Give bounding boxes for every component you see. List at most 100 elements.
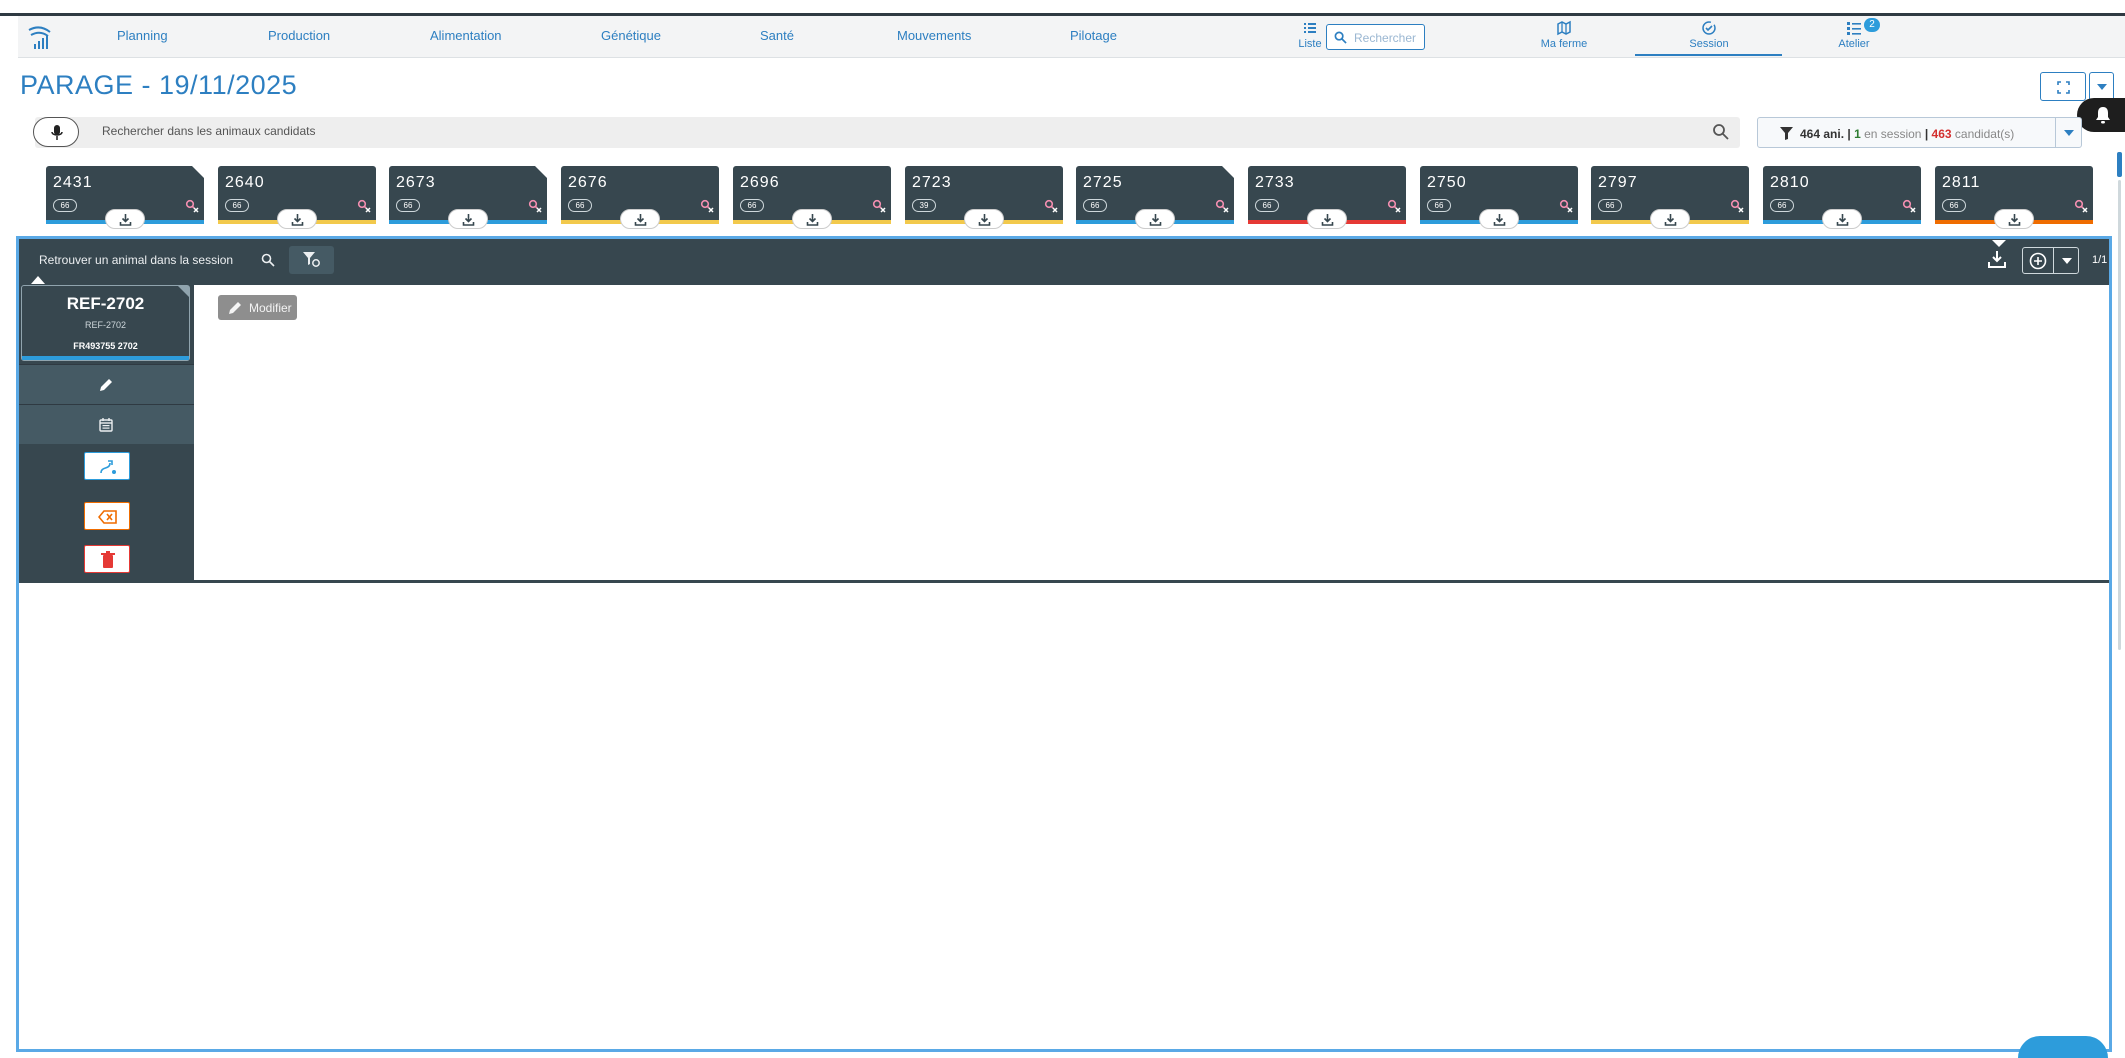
nav-ma-ferme[interactable]: Ma ferme [1534, 20, 1594, 50]
card-download-button[interactable] [620, 209, 660, 229]
search-icon[interactable] [1712, 123, 1730, 141]
notifications-button[interactable] [2077, 98, 2125, 132]
candidate-card[interactable]: 2811 66 [1935, 166, 2093, 229]
nav-alimentation[interactable]: Alimentation [430, 28, 502, 43]
card-age-pill: 66 [1770, 199, 1794, 212]
session-divider [19, 580, 2109, 583]
delete-animal-button[interactable] [84, 545, 130, 573]
female-remove-icon[interactable] [1044, 199, 1058, 213]
floating-action-button[interactable] [2018, 1036, 2108, 1058]
session-search-input[interactable]: Retrouver un animal dans la session [30, 246, 282, 274]
nav-planning[interactable]: Planning [117, 28, 168, 43]
card-corner [535, 166, 547, 178]
card-download-button[interactable] [448, 209, 488, 229]
card-download-button[interactable] [1479, 209, 1519, 229]
session-filter-settings-button[interactable] [289, 246, 334, 274]
card-download-button[interactable] [105, 209, 145, 229]
female-remove-icon[interactable] [528, 199, 542, 213]
nav-pilotage[interactable]: Pilotage [1070, 28, 1117, 43]
nav-session[interactable]: Session [1684, 20, 1734, 50]
session-panel [16, 236, 2112, 1052]
candidate-card[interactable]: 2676 66 [561, 166, 719, 229]
session-check-icon [1702, 21, 1716, 35]
female-remove-icon[interactable] [1559, 199, 1573, 213]
candidate-card[interactable]: 2725 66 [1076, 166, 1234, 229]
candidate-card[interactable]: 2810 66 [1763, 166, 1921, 229]
card-download-button[interactable] [964, 209, 1004, 229]
female-remove-icon[interactable] [872, 199, 886, 213]
pencil-icon [229, 302, 241, 314]
session-search-caret [31, 276, 45, 284]
add-button-divider [2053, 248, 2054, 273]
female-remove-icon[interactable] [1730, 199, 1744, 213]
nav-genetique[interactable]: Génétique [601, 28, 661, 43]
female-remove-icon[interactable] [185, 199, 199, 213]
filter-settings-icon [303, 252, 320, 267]
edit-animal-button[interactable] [19, 364, 194, 404]
nav-sante[interactable]: Santé [760, 28, 794, 43]
atelier-badge: 2 [1864, 18, 1880, 32]
candidate-card[interactable]: 2431 66 [46, 166, 204, 229]
modify-label: Modifier [249, 301, 292, 315]
voice-search-button[interactable] [33, 117, 79, 147]
session-export-download-icon[interactable] [1986, 248, 2008, 270]
session-animal-card[interactable]: REF-2702 REF-2702 FR493755 2702 [21, 285, 190, 361]
card-number: 2725 [1083, 174, 1123, 191]
cards-scrollbar-thumb[interactable] [2117, 152, 2122, 177]
candidate-card[interactable]: 2696 66 [733, 166, 891, 229]
card-number: 2733 [1255, 174, 1295, 191]
candidate-card[interactable]: 2750 66 [1420, 166, 1578, 229]
filter-dropdown-button[interactable] [2055, 117, 2082, 148]
nav-mouvements[interactable]: Mouvements [897, 28, 971, 43]
modify-button[interactable]: Modifier [218, 295, 297, 320]
female-remove-icon[interactable] [357, 199, 371, 213]
route-animal-button[interactable] [84, 452, 130, 480]
global-search-placeholder: Rechercher [1354, 31, 1417, 45]
candidate-card[interactable]: 2733 66 [1248, 166, 1406, 229]
card-age-pill: 66 [225, 199, 249, 212]
female-remove-icon[interactable] [2074, 199, 2088, 213]
add-circle-icon[interactable] [2029, 252, 2047, 270]
card-age-pill: 66 [1598, 199, 1622, 212]
candidate-card[interactable]: 2723 39 [905, 166, 1063, 229]
candidate-card[interactable]: 2640 66 [218, 166, 376, 229]
app-logo-icon[interactable] [26, 22, 54, 52]
card-download-button[interactable] [1135, 209, 1175, 229]
checklist-icon [1847, 22, 1861, 35]
page-options-dropdown[interactable] [2089, 72, 2114, 101]
fullscreen-button[interactable] [2040, 72, 2086, 101]
search-icon [261, 253, 275, 267]
female-remove-icon[interactable] [1215, 199, 1229, 213]
page-title: PARAGE - 19/11/2025 [20, 70, 298, 100]
card-download-button[interactable] [792, 209, 832, 229]
download-icon [1836, 214, 1849, 226]
card-download-button[interactable] [1650, 209, 1690, 229]
female-remove-icon[interactable] [700, 199, 714, 213]
chevron-down-icon[interactable] [2062, 258, 2072, 264]
female-remove-icon[interactable] [1902, 199, 1916, 213]
card-number: 2723 [912, 174, 952, 191]
session-page-count: 1/1 [2092, 254, 2108, 266]
nav-liste-label: Liste [1298, 38, 1322, 50]
session-tab-underline [1635, 54, 1782, 56]
female-remove-icon[interactable] [1387, 199, 1401, 213]
card-download-button[interactable] [1822, 209, 1862, 229]
global-search-input[interactable]: Rechercher [1326, 24, 1425, 50]
card-download-button[interactable] [1994, 209, 2034, 229]
download-icon [634, 214, 647, 226]
page-scrollbar-track[interactable] [2118, 180, 2121, 650]
card-download-button[interactable] [1307, 209, 1347, 229]
candidate-card[interactable]: 2797 66 [1591, 166, 1749, 229]
nav-liste[interactable]: Liste [1296, 20, 1324, 50]
remove-from-session-button[interactable] [84, 502, 130, 530]
animal-calendar-button[interactable] [19, 404, 194, 444]
card-age-pill: 66 [396, 199, 420, 212]
candidates-filter-summary[interactable]: 464 ani. | 1 en session | 463 candidat(s… [1757, 117, 2082, 148]
nav-production[interactable]: Production [268, 28, 330, 43]
navbar: Planning Production Alimentation Génétiq… [18, 16, 2125, 58]
filter-sep-1: | [1847, 127, 1851, 141]
card-download-button[interactable] [277, 209, 317, 229]
candidate-card[interactable]: 2673 66 [389, 166, 547, 229]
session-add-button-group[interactable] [2022, 247, 2079, 274]
animal-sub-ref: REF-2702 [84, 320, 127, 330]
